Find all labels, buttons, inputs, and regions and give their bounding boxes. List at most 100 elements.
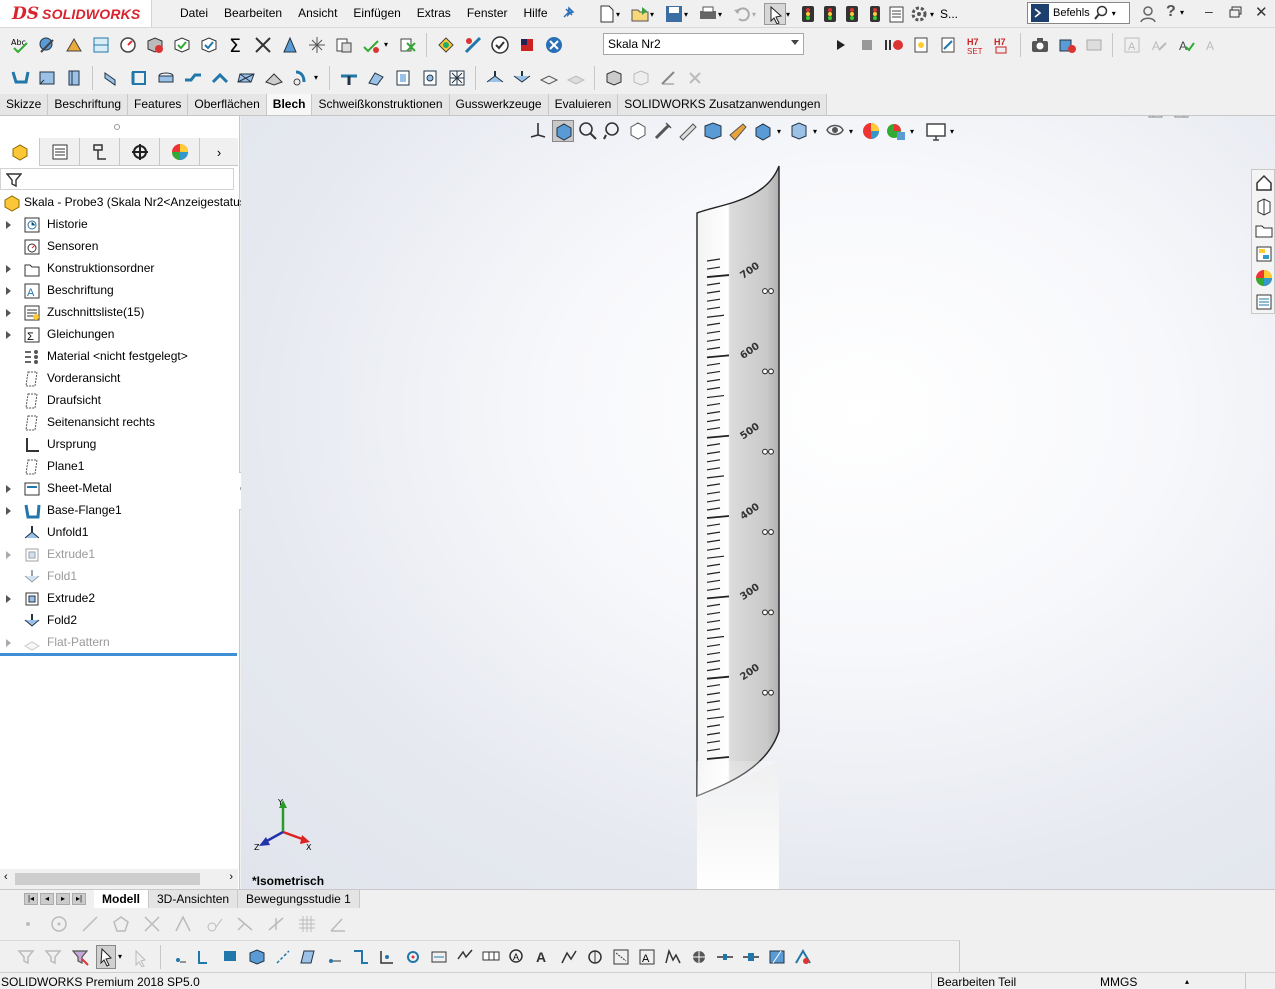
s-overflow-label[interactable]: S... <box>940 7 958 21</box>
forming-tool-icon[interactable] <box>338 67 360 89</box>
compare-documents-icon[interactable] <box>397 34 419 56</box>
options-dropdown-icon[interactable]: ▾ <box>930 10 940 19</box>
filter-origin-icon[interactable] <box>402 946 424 968</box>
dimxpert-tab[interactable] <box>120 138 160 166</box>
appearances-icon[interactable] <box>1254 268 1274 288</box>
custom-properties-icon[interactable] <box>1254 292 1274 312</box>
filter-vertices-icon[interactable] <box>168 946 190 968</box>
tree-item-sensoren[interactable]: Sensoren <box>0 236 238 258</box>
help-icon[interactable]: ? <box>1166 3 1176 21</box>
sustainability-icon[interactable] <box>516 34 538 56</box>
viewport-tile-right-icon[interactable] <box>1173 116 1191 120</box>
filter-notes-icon[interactable]: A <box>506 946 528 968</box>
filter-weld-symbols-icon[interactable] <box>558 946 580 968</box>
tree-root-part[interactable]: Skala - Probe3 (Skala Nr2<Anzeigestatus <box>0 192 246 214</box>
undo-dropdown-icon[interactable]: ▾ <box>752 10 764 19</box>
expand-arrow-icon[interactable] <box>6 551 11 559</box>
filter-solid-bodies-icon[interactable] <box>246 946 268 968</box>
tree-item-ursprung[interactable]: Ursprung <box>0 434 238 456</box>
tree-item-material-nicht-festgelegt[interactable]: Material <nicht festgelegt> <box>0 346 238 368</box>
help-dropdown-icon[interactable]: ▾ <box>1180 8 1184 17</box>
miter-flange-icon[interactable] <box>128 67 150 89</box>
lock-selection-icon[interactable] <box>131 946 153 968</box>
mass-properties-icon[interactable] <box>63 34 85 56</box>
scroll-right-icon[interactable]: › <box>229 871 233 883</box>
menu-file[interactable]: Datei <box>172 5 216 23</box>
filter-axes-icon[interactable] <box>272 946 294 968</box>
tab-and-slot-icon[interactable] <box>365 67 387 89</box>
section-view-icon[interactable] <box>652 120 674 142</box>
document-restore-icon[interactable] <box>1224 116 1240 118</box>
filter-dimensions-icon[interactable] <box>428 946 450 968</box>
edit-appearance-icon[interactable] <box>824 120 846 142</box>
tab-features[interactable]: Features <box>128 94 189 115</box>
tree-item-draufsicht[interactable]: Draufsicht <box>0 390 238 412</box>
tab-surfaces[interactable]: Oberflächen <box>188 94 267 115</box>
insert-bends-icon[interactable] <box>603 67 625 89</box>
expand-arrow-icon[interactable] <box>6 507 11 515</box>
filter-toolbar-icon[interactable] <box>42 946 64 968</box>
print-icon[interactable] <box>698 4 718 24</box>
format-text-icon[interactable]: A <box>1202 34 1224 56</box>
tree-item-zuschnittsliste-15[interactable]: Zuschnittsliste(15) <box>0 302 238 324</box>
feature-tree-filter[interactable] <box>0 168 234 190</box>
base-flange-tool-icon[interactable] <box>9 67 31 89</box>
view-orientation-triad-icon[interactable] <box>527 120 549 142</box>
fold-tool-icon[interactable] <box>511 67 533 89</box>
expand-arrow-icon[interactable] <box>6 485 11 493</box>
view-palette-icon[interactable] <box>702 120 724 142</box>
lofted-bend-icon[interactable] <box>63 67 85 89</box>
cross-break-icon[interactable] <box>236 67 258 89</box>
filter-connection-points-icon[interactable] <box>714 946 736 968</box>
geometry-analysis-icon[interactable] <box>198 34 220 56</box>
edit-macro-icon[interactable] <box>937 34 959 56</box>
previous-view-icon[interactable] <box>627 120 649 142</box>
vent-icon[interactable] <box>446 67 468 89</box>
fillet-sketch-icon[interactable] <box>203 913 225 935</box>
select-dropdown-icon[interactable]: ▾ <box>786 10 798 19</box>
tree-item-konstruktionsordner[interactable]: Konstruktionsordner <box>0 258 238 280</box>
line-icon[interactable] <box>79 913 101 935</box>
restore-window-icon[interactable] <box>1229 6 1243 18</box>
hole-table-icon[interactable]: H7 SET <box>964 34 986 56</box>
corners-icon[interactable] <box>263 67 285 89</box>
expand-arrow-icon[interactable] <box>6 265 11 273</box>
check-geometry-icon[interactable] <box>171 34 193 56</box>
configuration-combobox[interactable]: Skala Nr2 <box>603 33 804 55</box>
simulation-xpress-icon[interactable] <box>543 34 565 56</box>
record-video-icon[interactable] <box>1056 34 1078 56</box>
import-diagnostics-icon[interactable] <box>144 34 166 56</box>
graphics-area[interactable]: ▾ ▾ ▾ ▾ ▾ – ✕ 7006 <box>241 116 1275 889</box>
menu-insert[interactable]: Einfügen <box>345 5 408 23</box>
new-dropdown-icon[interactable]: ▾ <box>616 10 630 19</box>
circle-icon[interactable] <box>48 913 70 935</box>
corners-dropdown-icon[interactable]: ▾ <box>314 73 324 82</box>
filter-mid-points-icon[interactable] <box>766 946 788 968</box>
solidworks-logo[interactable]: DS SOLIDWORKS <box>0 0 152 27</box>
tree-item-historie[interactable]: Historie <box>0 214 238 236</box>
simple-hole-icon[interactable] <box>419 67 441 89</box>
panel-splitter-handle[interactable] <box>114 124 120 130</box>
open-dropdown-icon[interactable]: ▾ <box>650 10 664 19</box>
new-macro-icon[interactable] <box>910 34 932 56</box>
user-account-icon[interactable] <box>1138 4 1158 24</box>
filter-surface-finish-icon[interactable] <box>454 946 476 968</box>
polygon-icon[interactable] <box>110 913 132 935</box>
expand-arrow-icon[interactable] <box>6 221 11 229</box>
jog-icon[interactable] <box>182 67 204 89</box>
filter-sketch-points-icon[interactable] <box>376 946 398 968</box>
edit-appearance-dropdown-icon[interactable]: ▾ <box>849 127 857 136</box>
filter-cosmetic-threads-icon[interactable] <box>610 946 632 968</box>
expand-arrow-icon[interactable] <box>6 595 11 603</box>
record-macro-icon[interactable] <box>883 34 905 56</box>
evaluate-dropdown-icon[interactable]: ▾ <box>384 40 394 49</box>
parting-line-analysis-icon[interactable] <box>333 34 355 56</box>
measure-icon[interactable] <box>36 34 58 56</box>
menu-window[interactable]: Fenster <box>459 5 516 23</box>
spell-check-icon[interactable]: Abc <box>9 34 31 56</box>
select-icon[interactable] <box>764 3 786 25</box>
section-properties-icon[interactable] <box>90 34 112 56</box>
display-style-icon[interactable] <box>752 120 774 142</box>
view-settings-icon[interactable] <box>885 120 907 142</box>
tab-mold-tools[interactable]: Gusswerkzeuge <box>449 94 549 115</box>
